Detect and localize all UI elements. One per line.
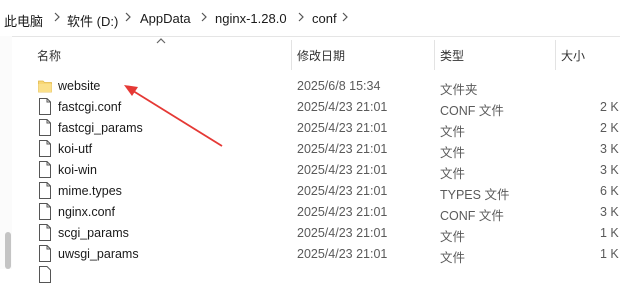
file-size: 2 K	[600, 100, 619, 114]
file-date: 2025/4/23 21:01	[297, 121, 388, 135]
file-size: 6 K	[600, 184, 619, 198]
chevron-right-icon[interactable]	[200, 10, 208, 24]
list-item[interactable]: nginx.conf 2025/4/23 21:01 CONF 文件 3 K	[30, 201, 620, 223]
file-date: 2025/6/8 15:34	[297, 79, 381, 93]
column-header-date[interactable]: 修改日期	[297, 47, 345, 64]
folder-icon	[38, 77, 52, 94]
file-icon	[38, 119, 52, 136]
file-icon	[38, 161, 52, 178]
column-header-type[interactable]: 类型	[440, 47, 464, 64]
column-header-size[interactable]: 大小	[561, 47, 585, 64]
file-date: 2025/4/23 21:01	[297, 100, 388, 114]
list-item[interactable]: koi-win 2025/4/23 21:01 文件 3 K	[30, 159, 620, 181]
breadcrumb-nginx[interactable]: nginx-1.28.0	[215, 11, 287, 26]
file-size: 3 K	[600, 205, 619, 219]
file-icon	[38, 140, 52, 157]
file-date: 2025/4/23 21:01	[297, 142, 388, 156]
file-icon	[38, 224, 52, 241]
breadcrumb-drive[interactable]: 软件 (D:)	[67, 11, 118, 30]
chevron-right-icon[interactable]	[341, 10, 349, 24]
column-header-name[interactable]: 名称	[37, 47, 61, 64]
breadcrumb-appdata[interactable]: AppData	[140, 11, 191, 26]
list-item[interactable]: koi-utf 2025/4/23 21:01 文件 3 K	[30, 138, 620, 160]
chevron-right-icon[interactable]	[124, 10, 132, 24]
file-name: website	[58, 79, 101, 93]
file-name: fastcgi_params	[58, 121, 143, 135]
chevron-right-icon[interactable]	[53, 10, 61, 24]
column-divider[interactable]	[555, 40, 556, 70]
file-date: 2025/4/23 21:01	[297, 205, 388, 219]
sort-ascending-icon	[156, 38, 166, 44]
file-icon	[38, 98, 52, 115]
file-date: 2025/4/23 21:01	[297, 184, 388, 198]
file-size: 1 K	[600, 247, 619, 261]
file-size: 3 K	[600, 142, 619, 156]
list-item[interactable]	[30, 264, 620, 285]
list-item[interactable]: mime.types 2025/4/23 21:01 TYPES 文件 6 K	[30, 180, 620, 202]
file-name: scgi_params	[58, 226, 129, 240]
list-item[interactable]: fastcgi_params 2025/4/23 21:01 文件 2 K	[30, 117, 620, 139]
file-size: 1 K	[600, 226, 619, 240]
breadcrumb-conf[interactable]: conf	[312, 11, 337, 26]
list-item[interactable]: uwsgi_params 2025/4/23 21:01 文件 1 K	[30, 243, 620, 265]
file-name: nginx.conf	[58, 205, 115, 219]
file-size: 3 K	[600, 163, 619, 177]
column-divider[interactable]	[434, 40, 435, 70]
file-name: koi-win	[58, 163, 97, 177]
file-icon	[38, 245, 52, 262]
column-divider[interactable]	[291, 40, 292, 70]
file-name: mime.types	[58, 184, 122, 198]
file-name: koi-utf	[58, 142, 93, 156]
file-icon	[38, 203, 52, 220]
list-item[interactable]: scgi_params 2025/4/23 21:01 文件 1 K	[30, 222, 620, 244]
address-bar[interactable]: 此电脑 软件 (D:) AppData nginx-1.28.0 conf	[0, 0, 620, 37]
file-name: fastcgi.conf	[58, 100, 122, 114]
scrollbar-thumb[interactable]	[5, 232, 11, 269]
list-item[interactable]: fastcgi.conf 2025/4/23 21:01 CONF 文件 2 K	[30, 96, 620, 118]
file-size: 2 K	[600, 121, 619, 135]
breadcrumb-this-pc[interactable]: 此电脑	[4, 11, 43, 30]
file-date: 2025/4/23 21:01	[297, 226, 388, 240]
chevron-right-icon[interactable]	[297, 10, 305, 24]
list-item[interactable]: website 2025/6/8 15:34 文件夹	[30, 75, 620, 97]
file-date: 2025/4/23 21:01	[297, 163, 388, 177]
file-icon	[38, 182, 52, 199]
file-name: uwsgi_params	[58, 247, 139, 261]
file-date: 2025/4/23 21:01	[297, 247, 388, 261]
